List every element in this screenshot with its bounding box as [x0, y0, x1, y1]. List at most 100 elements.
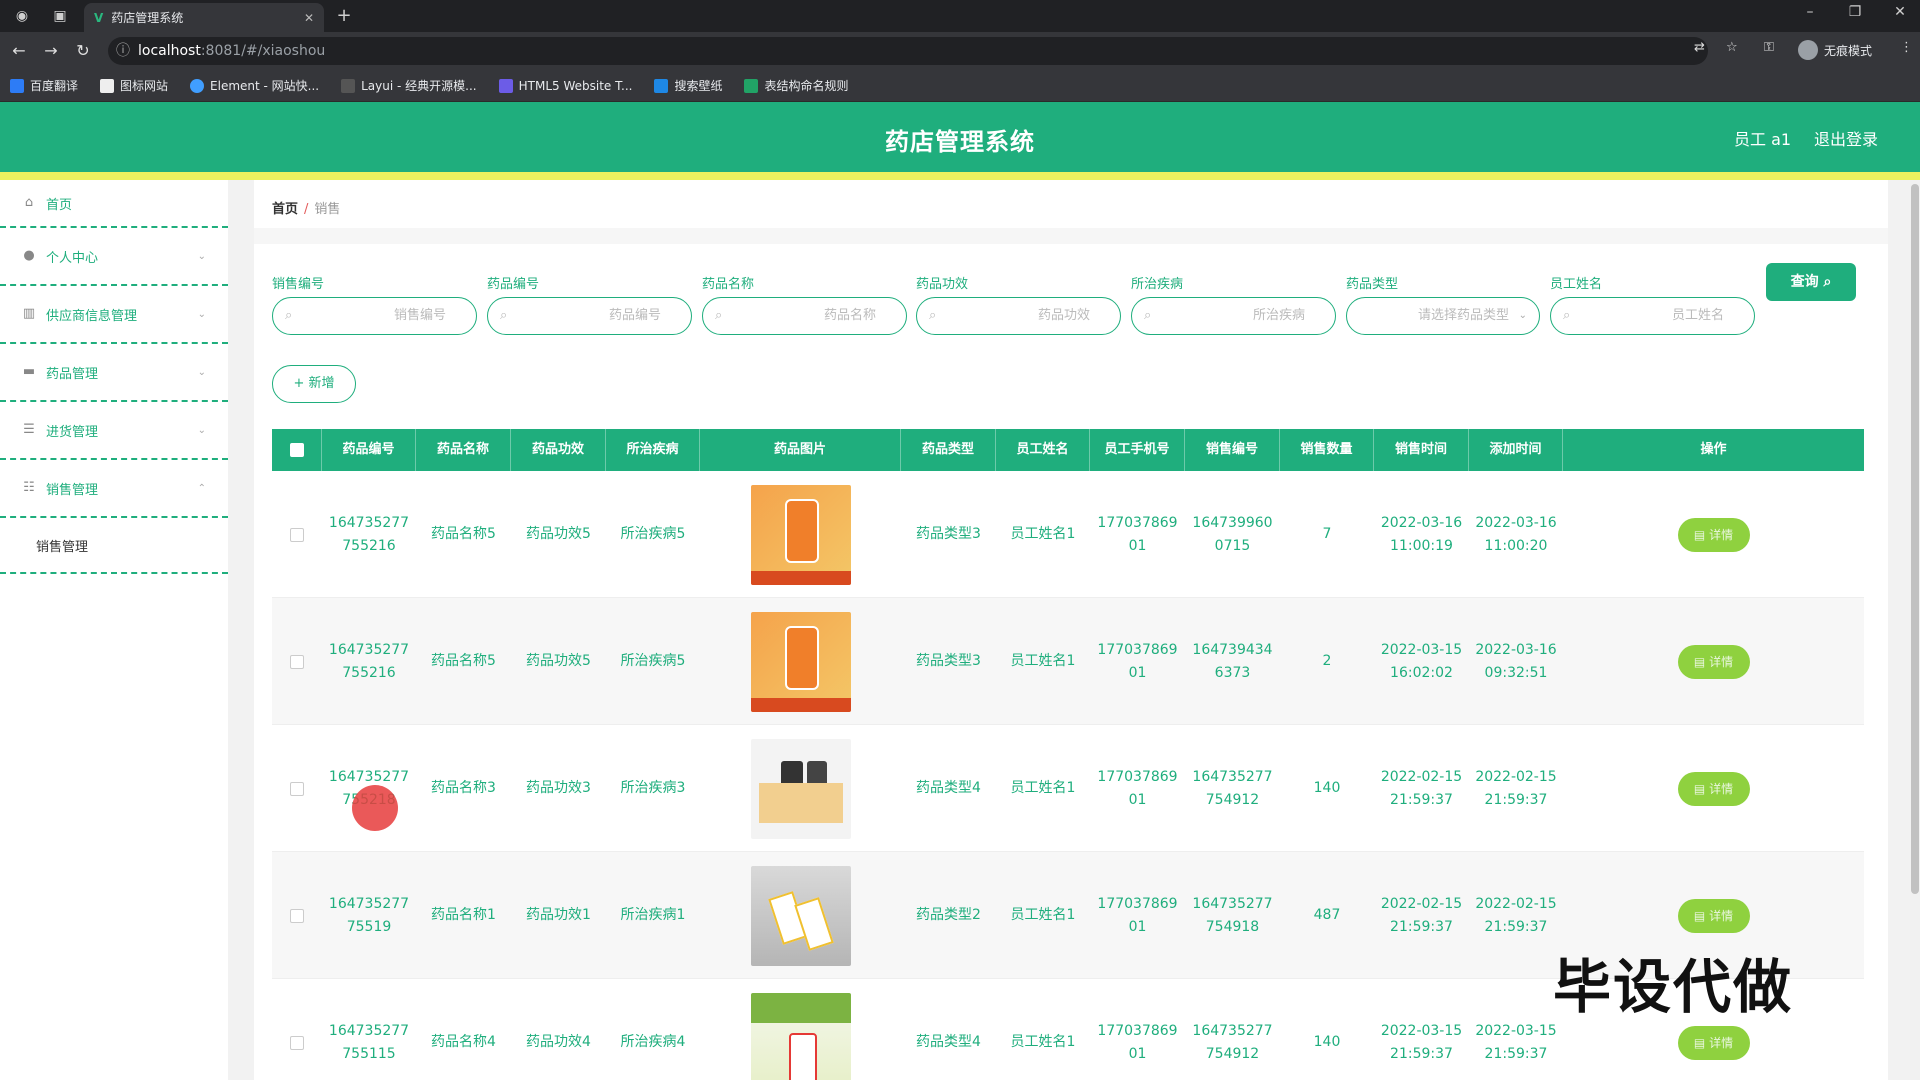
row-checkbox[interactable] — [272, 598, 322, 725]
column-header[interactable]: 药品功效 — [511, 429, 606, 471]
detail-button[interactable]: ▤ 详情 — [1677, 1025, 1750, 1060]
column-header[interactable]: 添加时间 — [1469, 429, 1563, 471]
drug-image[interactable] — [750, 484, 851, 585]
sidebar-item-drugs[interactable]: ▬ 药品管理 ⌄ — [0, 344, 228, 402]
filter-drug-type: 药品类型 请选择药品类型 ⌄ — [1346, 273, 1541, 335]
key-icon[interactable]: ⚿ — [1764, 40, 1774, 55]
table-row[interactable]: 164735277755216 药品名称5 药品功效5 所治疾病5 药品类型3 … — [272, 598, 1864, 725]
back-icon[interactable]: ← — [8, 40, 30, 62]
bookmark-item[interactable]: 搜索壁纸 — [654, 77, 722, 94]
bookmark-item[interactable]: 表结构命名规则 — [744, 77, 848, 94]
detail-button[interactable]: ▤ 详情 — [1677, 898, 1750, 933]
bookmark-item[interactable]: HTML5 Website T... — [498, 78, 632, 93]
detail-button[interactable]: ▤ 详情 — [1677, 517, 1750, 552]
reload-icon[interactable]: ↻ — [72, 40, 94, 62]
column-header[interactable]: 药品名称 — [416, 429, 511, 471]
drug-image[interactable] — [750, 738, 851, 839]
cell-staff-name: 员工姓名1 — [1010, 526, 1076, 542]
cell-sale-no: 1647394346373 — [1192, 641, 1273, 681]
column-header[interactable]: 药品类型 — [901, 429, 996, 471]
sidebar-item-home[interactable]: ⌂ 首页 — [0, 180, 228, 228]
row-checkbox[interactable] — [272, 471, 322, 598]
browser-tab[interactable]: V 药店管理系统 ✕ — [84, 3, 324, 32]
close-window-icon[interactable]: ✕ — [1885, 4, 1915, 20]
column-header[interactable]: 所治疾病 — [606, 429, 700, 471]
incognito-badge[interactable]: 无痕模式 — [1798, 40, 1872, 60]
column-header[interactable]: 销售时间 — [1374, 429, 1469, 471]
column-header[interactable]: 药品图片 — [700, 429, 901, 471]
staff-name-input[interactable]: ⌕ 员工姓名 — [1550, 297, 1755, 335]
column-header[interactable]: 销售编号 — [1185, 429, 1280, 471]
row-checkbox[interactable] — [272, 852, 322, 979]
table-row[interactable]: 164735277755216 药品名称5 药品功效5 所治疾病5 药品类型3 … — [272, 471, 1864, 598]
drug-image[interactable] — [750, 992, 851, 1080]
filter-drug-effect: 药品功效 ⌕ 药品功效 — [916, 273, 1122, 335]
app-header: 药店管理系统 员工 a1 退出登录 — [0, 102, 1920, 172]
drug-name-input[interactable]: ⌕ 药品名称 — [702, 297, 907, 335]
browser-menu-icon[interactable]: ◉ — [12, 6, 32, 26]
forward-icon[interactable]: → — [40, 40, 62, 62]
cell-add-time: 2022-02-15 21:59:37 — [1475, 895, 1557, 935]
page-scrollbar[interactable] — [1910, 180, 1920, 1080]
detail-button[interactable]: ▤ 详情 — [1677, 644, 1750, 679]
minimize-icon[interactable]: – — [1795, 4, 1825, 20]
restore-icon[interactable]: ❐ — [1840, 4, 1870, 20]
column-header[interactable]: 员工手机号 — [1090, 429, 1185, 471]
disease-input[interactable]: ⌕ 所治疾病 — [1131, 297, 1336, 335]
breadcrumb: 首页 / 销售 — [272, 198, 340, 217]
site-info-icon[interactable]: ⓘ — [116, 37, 130, 65]
current-user: 员工 a1 — [1734, 130, 1792, 149]
breadcrumb-home[interactable]: 首页 — [272, 202, 298, 217]
drug-image[interactable] — [750, 865, 851, 966]
detail-button[interactable]: ▤ 详情 — [1677, 771, 1750, 806]
row-checkbox[interactable] — [272, 979, 322, 1080]
close-tab-icon[interactable]: ✕ — [304, 11, 314, 25]
sidebar-item-sales[interactable]: ☷ 销售管理 ⌃ — [0, 460, 228, 518]
column-header[interactable]: 销售数量 — [1280, 429, 1374, 471]
logout-link[interactable]: 退出登录 — [1814, 126, 1878, 150]
cell-disease: 所治疾病1 — [620, 907, 686, 923]
column-header[interactable]: 药品编号 — [322, 429, 416, 471]
monitor-icon: ▬ — [22, 364, 36, 379]
drug-code-input[interactable]: ⌕ 药品编号 — [487, 297, 692, 335]
more-menu-icon[interactable]: ⋮ — [1900, 40, 1913, 55]
bookmark-star-icon[interactable]: ☆ — [1726, 40, 1738, 55]
search-icon: ⌕ — [285, 308, 293, 323]
cell-drug-type: 药品类型4 — [916, 780, 981, 796]
row-checkbox[interactable] — [272, 725, 322, 852]
bookmark-item[interactable]: 百度翻译 — [10, 77, 78, 94]
drug-type-select[interactable]: 请选择药品类型 ⌄ — [1346, 297, 1540, 335]
chevron-down-icon: ⌄ — [1518, 310, 1527, 321]
scrollbar-thumb[interactable] — [1911, 184, 1919, 894]
cell-sale-qty: 140 — [1313, 1034, 1341, 1050]
url-field[interactable]: ⓘ localhost:8081/#/xiaoshou — [108, 37, 1708, 65]
select-all-checkbox[interactable] — [272, 429, 322, 471]
drug-effect-input[interactable]: ⌕ 药品功效 — [916, 297, 1121, 335]
chevron-down-icon: ⌄ — [197, 308, 206, 320]
html5-bookmark-icon — [498, 78, 513, 93]
sidebar-subitem-sales-management[interactable]: 销售管理 — [0, 518, 228, 574]
filter-label: 销售编号 — [272, 277, 325, 292]
watermark-text: 毕设代做 — [1553, 953, 1794, 1021]
cell-drug-type: 药品类型2 — [916, 907, 981, 923]
user-icon: ● — [23, 248, 35, 263]
drug-image[interactable] — [750, 611, 851, 712]
layui-bookmark-icon — [341, 78, 356, 93]
search-icon: ⌕ — [1144, 308, 1152, 323]
bookmark-item[interactable]: Layui - 经典开源模... — [341, 77, 477, 94]
sidebar-item-label: 药品管理 — [46, 366, 99, 382]
column-header[interactable]: 员工姓名 — [996, 429, 1090, 471]
sidebar-item-profile[interactable]: ● 个人中心 ⌄ — [0, 228, 228, 286]
bookmark-item[interactable]: 图标网站 — [100, 77, 168, 94]
table-row[interactable]: 164735277755218 药品名称3 药品功效3 所治疾病3 药品类型4 … — [272, 725, 1864, 852]
add-button[interactable]: + 新增 — [272, 365, 356, 403]
tab-title: 药店管理系统 — [111, 11, 184, 25]
translate-icon[interactable]: ⇄ — [1694, 40, 1705, 55]
sidebar-item-purchase[interactable]: ☰ 进货管理 ⌄ — [0, 402, 228, 460]
sale-no-input[interactable]: ⌕ 销售编号 — [272, 297, 477, 335]
bookmark-item[interactable]: Element - 网站快... — [190, 77, 319, 94]
pinned-tab-icon[interactable]: ▣ — [50, 6, 70, 26]
sidebar-item-supplier[interactable]: ▥ 供应商信息管理 ⌄ — [0, 286, 228, 344]
new-tab-icon[interactable]: + — [334, 6, 354, 26]
query-button[interactable]: 查询 ⌕ — [1766, 263, 1856, 301]
